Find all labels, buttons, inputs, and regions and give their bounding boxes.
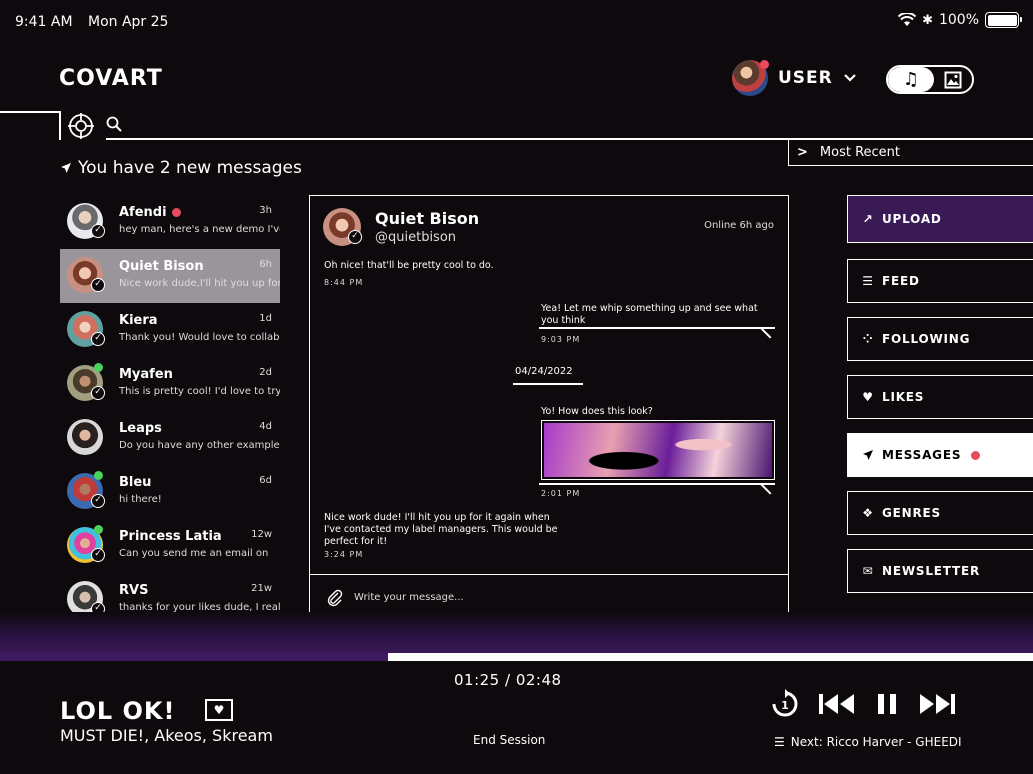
envelope-icon: ✉: [862, 564, 874, 578]
playback-controls: 1: [770, 689, 956, 719]
up-next[interactable]: ☰ Next: Ricco Harver - GHEEDI: [774, 735, 974, 749]
online-dot: [94, 363, 103, 372]
track-title: LOL OK!: [60, 697, 176, 725]
nav-upload[interactable]: ↗ UPLOAD: [847, 195, 1033, 243]
message-sent: Yea! Let me whip something up and see wh…: [541, 303, 758, 326]
unread-dot: [171, 208, 181, 217]
conversation-list: ✓ Afendi 3h hey man, here's a new demo I…: [60, 195, 280, 627]
nav-likes[interactable]: ♥ LIKES: [847, 375, 1033, 419]
end-session-button[interactable]: End Session: [473, 733, 545, 747]
chat-panel: ✓ Quiet Bison @quietbison Online 6h ago …: [309, 195, 789, 620]
search-icon: [106, 116, 122, 132]
message-received: Oh nice! that'll be pretty cool to do.: [324, 260, 494, 271]
message-time: 8:44 PM: [324, 278, 364, 287]
feed-icon: ☰: [862, 274, 874, 288]
conversation-item[interactable]: ✓ Quiet Bison 6h Nice work dude,I'll hit…: [60, 249, 280, 303]
nav-messages[interactable]: MESSAGES: [847, 433, 1033, 477]
paperclip-icon[interactable]: [326, 589, 344, 607]
verified-icon: ✓: [91, 386, 105, 400]
replay-icon[interactable]: 1: [770, 689, 800, 719]
music-icon[interactable]: ♫: [888, 67, 934, 92]
nav-newsletter[interactable]: ✉ NEWSLETTER: [847, 549, 1033, 593]
user-label: USER: [778, 68, 833, 88]
notification-dot: [760, 60, 769, 69]
conversation-item[interactable]: ✓ Myafen 2d This is pretty cool! I'd lov…: [60, 357, 280, 411]
date-separator: 04/24/2022: [515, 366, 573, 377]
genres-icon: ❖: [862, 506, 874, 520]
message-image-attachment[interactable]: [541, 420, 775, 480]
verified-icon: ✓: [91, 278, 105, 292]
battery-percent: 100%: [938, 12, 979, 28]
bluetooth-icon: ✱: [922, 12, 933, 28]
sort-dropdown[interactable]: > Most Recent: [788, 139, 1033, 166]
conversation-item[interactable]: ✓ Kiera 1d Thank you! Would love to coll…: [60, 303, 280, 357]
playback-time: 01:25 / 02:48: [454, 671, 562, 689]
verified-icon: ✓: [348, 230, 362, 244]
send-icon: [863, 450, 873, 460]
search-bar: [0, 110, 1033, 140]
nav-genres[interactable]: ❖ GENRES: [847, 491, 1033, 535]
pause-icon[interactable]: [876, 692, 898, 716]
arrow-up-right-icon: ↗: [862, 212, 874, 226]
nav-following[interactable]: ⁘ FOLLOWING: [847, 317, 1033, 361]
battery-icon: [985, 12, 1022, 28]
sort-label: Most Recent: [819, 144, 901, 160]
app-logo[interactable]: COVART: [59, 66, 163, 91]
side-nav: ↗ UPLOAD ☰ FEED ⁘ FOLLOWING ♥ LIKES MESSAGES…: [847, 195, 1033, 607]
message-sent: Yo! How does this look?: [541, 406, 653, 417]
previous-icon[interactable]: [818, 692, 858, 716]
target-icon[interactable]: [67, 112, 95, 140]
chat-header: ✓ Quiet Bison @quietbison Online 6h ago: [310, 196, 788, 254]
artwork-image: [544, 423, 772, 477]
status-date: Mon Apr 25: [88, 14, 169, 30]
image-icon[interactable]: [934, 67, 972, 92]
svg-text:1: 1: [781, 699, 789, 712]
verified-icon: ✓: [91, 332, 105, 346]
conversation-item[interactable]: ✓ Afendi 3h hey man, here's a new demo I…: [60, 195, 280, 249]
status-time: 9:41 AM: [15, 14, 73, 30]
user-menu[interactable]: USER: [732, 60, 857, 96]
wifi-icon: [898, 13, 917, 26]
unread-dot: [971, 450, 981, 460]
chevron-right-icon: >: [797, 144, 808, 160]
media-mode-toggle[interactable]: ♫: [886, 65, 974, 94]
heart-icon: ♥: [213, 703, 225, 717]
playback-progress-fill: [388, 653, 1033, 661]
nav-feed[interactable]: ☰ FEED: [847, 259, 1033, 303]
conversation-item[interactable]: ✓ Princess Latia 12w Can you send me an …: [60, 519, 280, 573]
message-time: 2:01 PM: [541, 489, 581, 498]
chat-contact-handle: @quietbison: [375, 230, 457, 245]
verified-icon: ✓: [91, 224, 105, 238]
message-time: 3:24 PM: [324, 550, 364, 559]
message-received: Nice work dude! I'll hit you up for it a…: [324, 512, 558, 547]
user-avatar: [732, 60, 769, 96]
chat-contact-name[interactable]: Quiet Bison: [375, 209, 479, 228]
verified-icon: ✓: [91, 548, 105, 562]
queue-icon: ☰: [774, 735, 785, 749]
status-bar: 9:41 AM Mon Apr 25 ✱ 100%: [0, 0, 1033, 44]
online-dot: [94, 525, 103, 534]
conversation-item[interactable]: ✓ Bleu 6d hi there!: [60, 465, 280, 519]
message-time: 9:03 PM: [541, 335, 581, 344]
next-icon[interactable]: [916, 692, 956, 716]
track-artist: MUST DIE!, Akeos, Skream: [60, 726, 273, 745]
online-dot: [94, 471, 103, 480]
avatar: [67, 419, 103, 455]
new-messages-notice: You have 2 new messages: [60, 158, 302, 178]
message-input[interactable]: [354, 592, 754, 603]
send-icon: [61, 163, 71, 173]
heart-icon: ♥: [862, 390, 874, 404]
online-status: Online 6h ago: [704, 220, 774, 231]
conversation-item[interactable]: Leaps 4d Do you have any other example: [60, 411, 280, 465]
chevron-down-icon: [843, 74, 856, 82]
player-bar: LOL OK! ♥ MUST DIE!, Akeos, Skream 01:25…: [0, 661, 1033, 774]
search-input[interactable]: [128, 112, 1028, 136]
grid-icon: ⁘: [862, 332, 874, 346]
favorite-button[interactable]: ♥: [205, 699, 233, 721]
verified-icon: ✓: [91, 494, 105, 508]
